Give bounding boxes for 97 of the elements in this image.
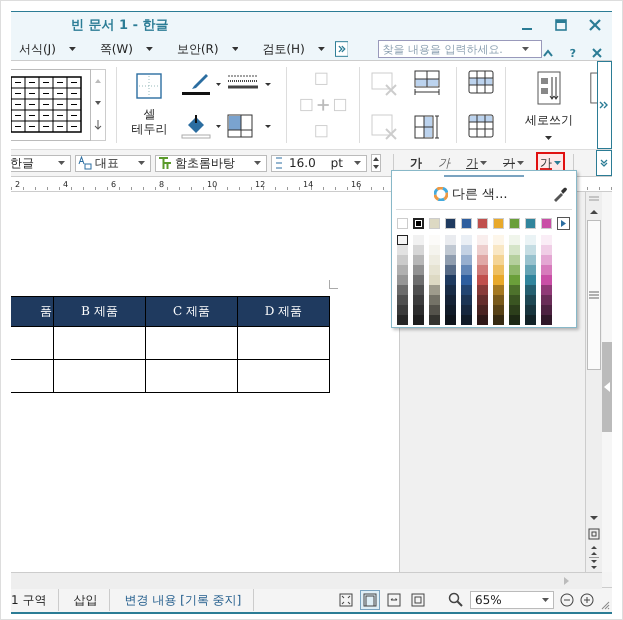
dropdown-caret-icon[interactable] — [68, 47, 76, 51]
dropdown-caret-icon[interactable] — [545, 136, 552, 140]
ruler-number: 4 — [63, 180, 70, 188]
dropdown-caret-icon — [554, 161, 561, 165]
dropdown-caret-icon — [480, 161, 487, 165]
zoom-select[interactable]: 65% — [470, 591, 554, 609]
width-view-icon — [387, 593, 401, 607]
dropdown-caret-icon — [354, 161, 361, 165]
grip-icon — [588, 290, 600, 300]
font-icon — [158, 156, 172, 170]
color-shade-column[interactable] — [461, 235, 472, 325]
ruler-number: 16 — [351, 180, 362, 188]
color-shade-column[interactable] — [445, 235, 456, 325]
window-title: 빈 문서 1 - 한글 — [71, 17, 169, 34]
collapse-ribbon-icon[interactable] — [542, 48, 554, 58]
collapse-arrow-icon — [603, 381, 611, 393]
font-select[interactable]: 함초롬바탕 — [155, 154, 267, 172]
table-style-gallery[interactable] — [11, 69, 106, 141]
help-button[interactable]: ? — [570, 46, 576, 60]
color-shade-column[interactable] — [397, 235, 408, 325]
paint-bucket-icon[interactable] — [180, 113, 222, 139]
scroll-thumb[interactable] — [587, 220, 601, 370]
color-shade-column[interactable] — [493, 235, 504, 325]
ruler-number: 2 — [15, 180, 22, 188]
style-select[interactable]: 대표 — [75, 154, 151, 172]
section-status: 1 구역 — [11, 589, 60, 611]
cell-border-label[interactable]: 셀 테두리 — [131, 107, 168, 137]
character-format-button[interactable]: 가 — [462, 152, 491, 174]
dropdown-caret-icon — [138, 161, 145, 165]
table-cell — [11, 326, 54, 360]
resize-grip-icon[interactable] — [600, 600, 610, 610]
character-format-button[interactable]: 가 — [434, 152, 454, 174]
color-shade-column[interactable] — [429, 235, 440, 325]
vertical-writing-button[interactable]: 세로쓰기 — [524, 112, 573, 128]
more-icon[interactable] — [334, 41, 348, 57]
table-header-cell: 품 — [11, 296, 54, 326]
table-header-cell: C 제품 — [146, 296, 238, 326]
brush-icon[interactable] — [180, 71, 222, 97]
color-swatch[interactable] — [413, 218, 424, 229]
table-header-cell: B 제품 — [54, 296, 146, 326]
table-cell — [11, 360, 54, 392]
menu-item[interactable]: 서식(J) — [19, 40, 56, 58]
menu-item[interactable]: 쪽(W) — [100, 40, 133, 58]
color-shade-column[interactable] — [477, 235, 488, 325]
dropdown-caret-icon — [542, 598, 549, 602]
ribbon-side-panel[interactable] — [596, 150, 612, 176]
dropdown-caret-icon — [254, 161, 261, 165]
eyedropper-icon[interactable] — [552, 186, 568, 202]
maximize-icon[interactable] — [554, 18, 568, 32]
dropdown-caret-icon[interactable] — [318, 47, 325, 51]
search-field[interactable]: 찾을 내용을 입력하세요. — [378, 40, 542, 58]
character-format-button[interactable]: 가 — [406, 152, 426, 174]
close-icon[interactable] — [588, 18, 602, 32]
cell-border-icon[interactable] — [136, 73, 162, 99]
ruler-number: 14 — [303, 180, 314, 188]
next-icon[interactable] — [557, 217, 570, 230]
zoom-out-icon[interactable] — [560, 593, 574, 607]
cell-fill-icon[interactable] — [226, 113, 272, 139]
vertical-scrollbar[interactable] — [585, 192, 602, 572]
style-icon — [78, 156, 92, 170]
ruler-number: 8 — [159, 180, 166, 188]
vertical-writing-icon[interactable] — [536, 70, 561, 104]
language-select[interactable]: 한글 — [11, 154, 71, 172]
insert-mode-status[interactable]: 삽입 — [65, 589, 110, 611]
expand-icon — [599, 100, 610, 110]
menu-item[interactable]: 검토(H) — [262, 40, 305, 58]
zoom-icon[interactable] — [448, 592, 464, 608]
page-view-icon — [363, 593, 377, 607]
ruler-number: 12 — [255, 180, 266, 188]
font-size-field[interactable]: 16.0 pt — [271, 154, 367, 172]
track-changes-status[interactable]: 변경 내용 [기록 중지] — [116, 589, 254, 611]
color-wheel-icon[interactable] — [434, 187, 448, 201]
zoom-in-icon[interactable] — [580, 593, 594, 607]
full-view-icon — [339, 593, 353, 607]
ruler-number: 6 — [111, 180, 118, 188]
color-shade-column[interactable] — [541, 235, 552, 325]
color-shade-column[interactable] — [509, 235, 520, 325]
dropdown-caret-icon — [58, 161, 65, 165]
dropdown-caret-icon — [522, 47, 530, 51]
dropdown-caret-icon[interactable] — [146, 47, 153, 51]
close-document-icon[interactable] — [592, 48, 602, 58]
color-shade-column[interactable] — [525, 235, 536, 325]
fit-view-icon — [411, 593, 425, 607]
page-icon[interactable] — [586, 526, 602, 542]
color-shade-column[interactable] — [413, 235, 424, 325]
horizontal-scrollbar[interactable] — [11, 572, 602, 589]
dropdown-caret-icon[interactable] — [232, 47, 238, 51]
more-colors-button[interactable]: 다른 색... — [452, 185, 508, 203]
menu-item[interactable]: 보안(R) — [176, 40, 219, 58]
table-header-cell: D 제품 — [238, 296, 330, 326]
expand-icon — [600, 159, 608, 167]
spin-buttons-icon[interactable] — [371, 154, 381, 172]
dropdown-caret-icon — [517, 161, 524, 165]
ruler-number: 10 — [207, 180, 218, 188]
page-view-button[interactable] — [360, 590, 380, 610]
row-height-icon[interactable] — [412, 69, 442, 97]
character-format-button[interactable]: 가 — [499, 152, 528, 174]
